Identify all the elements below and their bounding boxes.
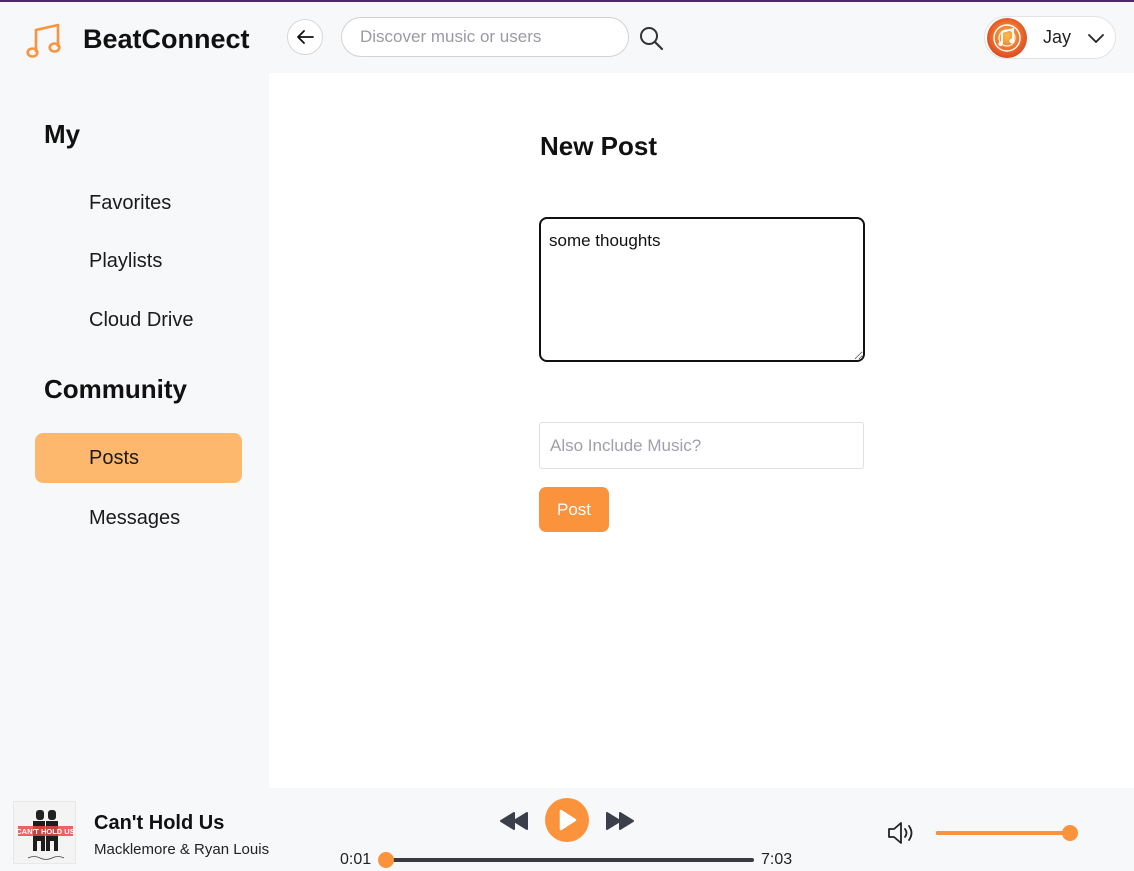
sidebar-item-favorites[interactable]: Favorites — [35, 178, 242, 228]
chevron-down-icon — [1088, 33, 1104, 43]
current-time: 0:01 — [340, 851, 372, 868]
track-title: Can't Hold Us — [94, 812, 225, 834]
page-title: New Post — [540, 131, 658, 161]
play-icon — [559, 809, 577, 831]
sidebar: My Favorites Playlists Cloud Drive Commu… — [0, 73, 269, 788]
music-notes-icon — [26, 23, 61, 58]
progress-thumb[interactable] — [378, 852, 394, 868]
volume-fill — [936, 831, 1070, 835]
arrow-left-icon — [297, 30, 314, 44]
play-button[interactable] — [545, 798, 589, 842]
sidebar-item-playlists[interactable]: Playlists — [35, 236, 242, 286]
sidebar-item-cloud-drive[interactable]: Cloud Drive — [35, 295, 242, 345]
user-menu[interactable]: Jay — [984, 16, 1116, 59]
sidebar-item-posts[interactable]: Posts — [35, 433, 242, 483]
post-textarea[interactable]: some thoughts — [539, 217, 865, 362]
progress-slider[interactable] — [378, 852, 754, 868]
search-input[interactable] — [341, 17, 629, 57]
volume-slider[interactable] — [936, 825, 1078, 841]
music-avatar-icon — [993, 23, 1021, 52]
section-title-community: Community — [44, 374, 187, 404]
user-name: Jay — [1043, 27, 1072, 47]
total-time: 7:03 — [761, 851, 793, 868]
volume-thumb[interactable] — [1062, 825, 1078, 841]
album-cover[interactable]: CAN'T HOLD US — [13, 801, 76, 864]
section-title-my: My — [44, 119, 81, 149]
rewind-icon[interactable] — [499, 811, 529, 831]
album-art: CAN'T HOLD US — [14, 802, 75, 863]
app-name: BeatConnect — [83, 24, 250, 54]
main-content: New Post some thoughts Post — [269, 73, 1134, 788]
search-icon[interactable] — [638, 25, 664, 51]
top-bar: BeatConnect Jay — [0, 2, 1134, 73]
include-music-input[interactable] — [539, 422, 864, 469]
back-button[interactable] — [287, 19, 323, 55]
volume-icon[interactable] — [886, 820, 916, 846]
music-player: CAN'T HOLD US Can't Hold Us Macklemore &… — [0, 788, 1134, 871]
fast-forward-icon[interactable] — [605, 811, 635, 831]
post-button[interactable]: Post — [539, 487, 609, 532]
cover-text: CAN'T HOLD US — [16, 827, 74, 836]
sidebar-item-messages[interactable]: Messages — [35, 493, 242, 543]
track-artist: Macklemore & Ryan Louis — [94, 841, 270, 858]
avatar — [987, 17, 1027, 58]
